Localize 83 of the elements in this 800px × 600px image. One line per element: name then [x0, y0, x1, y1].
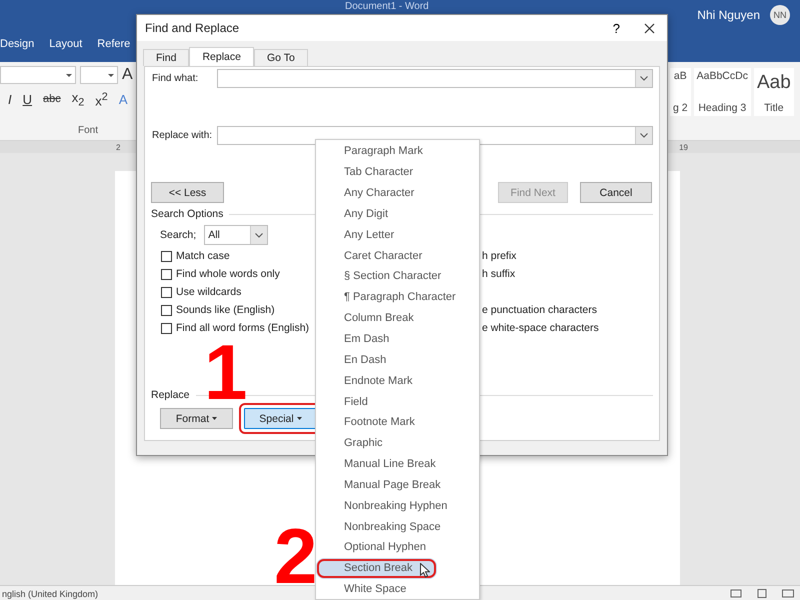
checkbox[interactable]: [161, 322, 172, 334]
window-title: Document1 - Word: [345, 1, 429, 12]
checkbox-label[interactable]: Find all word forms (English): [176, 322, 310, 334]
menu-item[interactable]: Nonbreaking Hyphen: [316, 495, 479, 516]
menu-item[interactable]: Optional Hyphen: [316, 537, 479, 558]
style-swatch[interactable]: AaBbCcDc Heading 3: [694, 68, 751, 116]
checkbox-label[interactable]: Use wildcards: [176, 286, 242, 298]
grow-font-button[interactable]: A: [122, 66, 133, 84]
menu-item[interactable]: Manual Page Break: [316, 474, 479, 496]
chevron-down-icon: [255, 232, 264, 238]
menu-item[interactable]: Endnote Mark: [316, 370, 479, 392]
field-label: Find what:: [151, 73, 200, 84]
dialog-tab[interactable]: Find: [143, 49, 190, 66]
checkbox-label[interactable]: h prefix: [482, 247, 599, 265]
menu-item[interactable]: Manual Line Break: [316, 454, 479, 474]
menu-item[interactable]: Graphic: [316, 432, 479, 454]
checkbox[interactable]: [161, 250, 172, 262]
menu-item[interactable]: Tab Character: [316, 162, 479, 183]
menu-item[interactable]: ¶ Paragraph Character: [316, 286, 479, 308]
subscript-button[interactable]: x$_{2}$: [72, 90, 84, 109]
checkbox-label[interactable]: h suffix: [482, 265, 599, 283]
ruler-number: 19: [679, 142, 688, 152]
menu-item[interactable]: En Dash: [316, 349, 479, 370]
section-label: Search Options: [150, 208, 224, 220]
language-status[interactable]: nglish (United Kingdom): [2, 588, 98, 598]
close-icon[interactable]: [644, 22, 655, 34]
web-layout-icon[interactable]: [782, 589, 794, 598]
ribbon-tab[interactable]: Refere: [97, 38, 130, 50]
user-avatar[interactable]: NN: [770, 5, 790, 25]
user-name: Nhi Nguyen: [697, 8, 760, 22]
menu-item[interactable]: Any Letter: [316, 224, 479, 246]
chevron-down-icon: [640, 133, 648, 138]
less-button[interactable]: << Less: [151, 182, 224, 203]
menu-item[interactable]: Column Break: [316, 308, 479, 329]
menu-item[interactable]: Nonbreaking Space: [316, 516, 479, 538]
checkbox[interactable]: [161, 286, 172, 298]
ruler-number: 2: [116, 142, 120, 152]
checkbox[interactable]: [161, 268, 172, 280]
checkbox-label[interactable]: Match case: [176, 250, 230, 262]
menu-item[interactable]: Section Break: [316, 558, 437, 579]
underline-button[interactable]: U: [22, 92, 32, 107]
menu-item[interactable]: Any Character: [316, 182, 479, 204]
strikethrough-button[interactable]: abc: [43, 93, 61, 106]
checkbox[interactable]: [161, 304, 172, 316]
checkbox-label[interactable]: e punctuation characters: [482, 301, 599, 319]
section-label: Replace: [150, 389, 190, 401]
menu-item[interactable]: Any Digit: [316, 204, 479, 224]
dialog-tab[interactable]: Replace: [189, 47, 254, 66]
step-number: 2: [274, 520, 318, 592]
superscript-button[interactable]: x$^{2}$: [95, 90, 108, 108]
caret-icon: [296, 417, 302, 420]
field-label: Replace with:: [151, 130, 213, 141]
style-swatch[interactable]: aB g 2: [670, 68, 691, 116]
dropdown-button[interactable]: Format: [160, 408, 233, 429]
dialog-tab[interactable]: Go To: [254, 49, 308, 66]
field-label: Search;: [160, 229, 196, 241]
menu-item[interactable]: Paragraph Mark: [316, 141, 479, 162]
read-mode-icon[interactable]: [730, 589, 742, 598]
mouse-pointer-icon: [420, 562, 430, 578]
menu-item[interactable]: White Space: [316, 578, 479, 599]
menu-item[interactable]: Em Dash: [316, 328, 479, 350]
menu-item[interactable]: Caret Character: [316, 245, 479, 266]
menu-item[interactable]: Field: [316, 391, 479, 412]
dialog-button[interactable]: Cancel: [580, 182, 652, 203]
group-label: Font: [76, 125, 99, 138]
checkbox-label[interactable]: Sounds like (English): [176, 304, 275, 316]
search-direction-dropdown[interactable]: All: [204, 225, 268, 245]
dialog-title: Find and Replace: [145, 21, 240, 35]
menu-item[interactable]: Footnote Mark: [316, 412, 479, 433]
italic-button[interactable]: I: [8, 92, 12, 107]
ribbon-tab[interactable]: Design: [0, 38, 34, 50]
ribbon-tab[interactable]: Layout: [49, 38, 82, 50]
style-swatch[interactable]: Aab Title: [754, 68, 794, 116]
menu-item[interactable]: § Section Character: [316, 266, 479, 287]
checkbox-label[interactable]: e white-space characters: [482, 319, 599, 337]
step-number: 1: [204, 336, 248, 408]
caret-icon: [212, 417, 218, 420]
help-button[interactable]: ?: [612, 20, 620, 36]
find-what-field[interactable]: [217, 69, 653, 88]
print-layout-icon[interactable]: [756, 589, 768, 598]
text-effects-button[interactable]: A: [118, 92, 128, 107]
chevron-down-icon: [640, 76, 648, 81]
checkbox-label[interactable]: Find whole words only: [176, 268, 280, 280]
